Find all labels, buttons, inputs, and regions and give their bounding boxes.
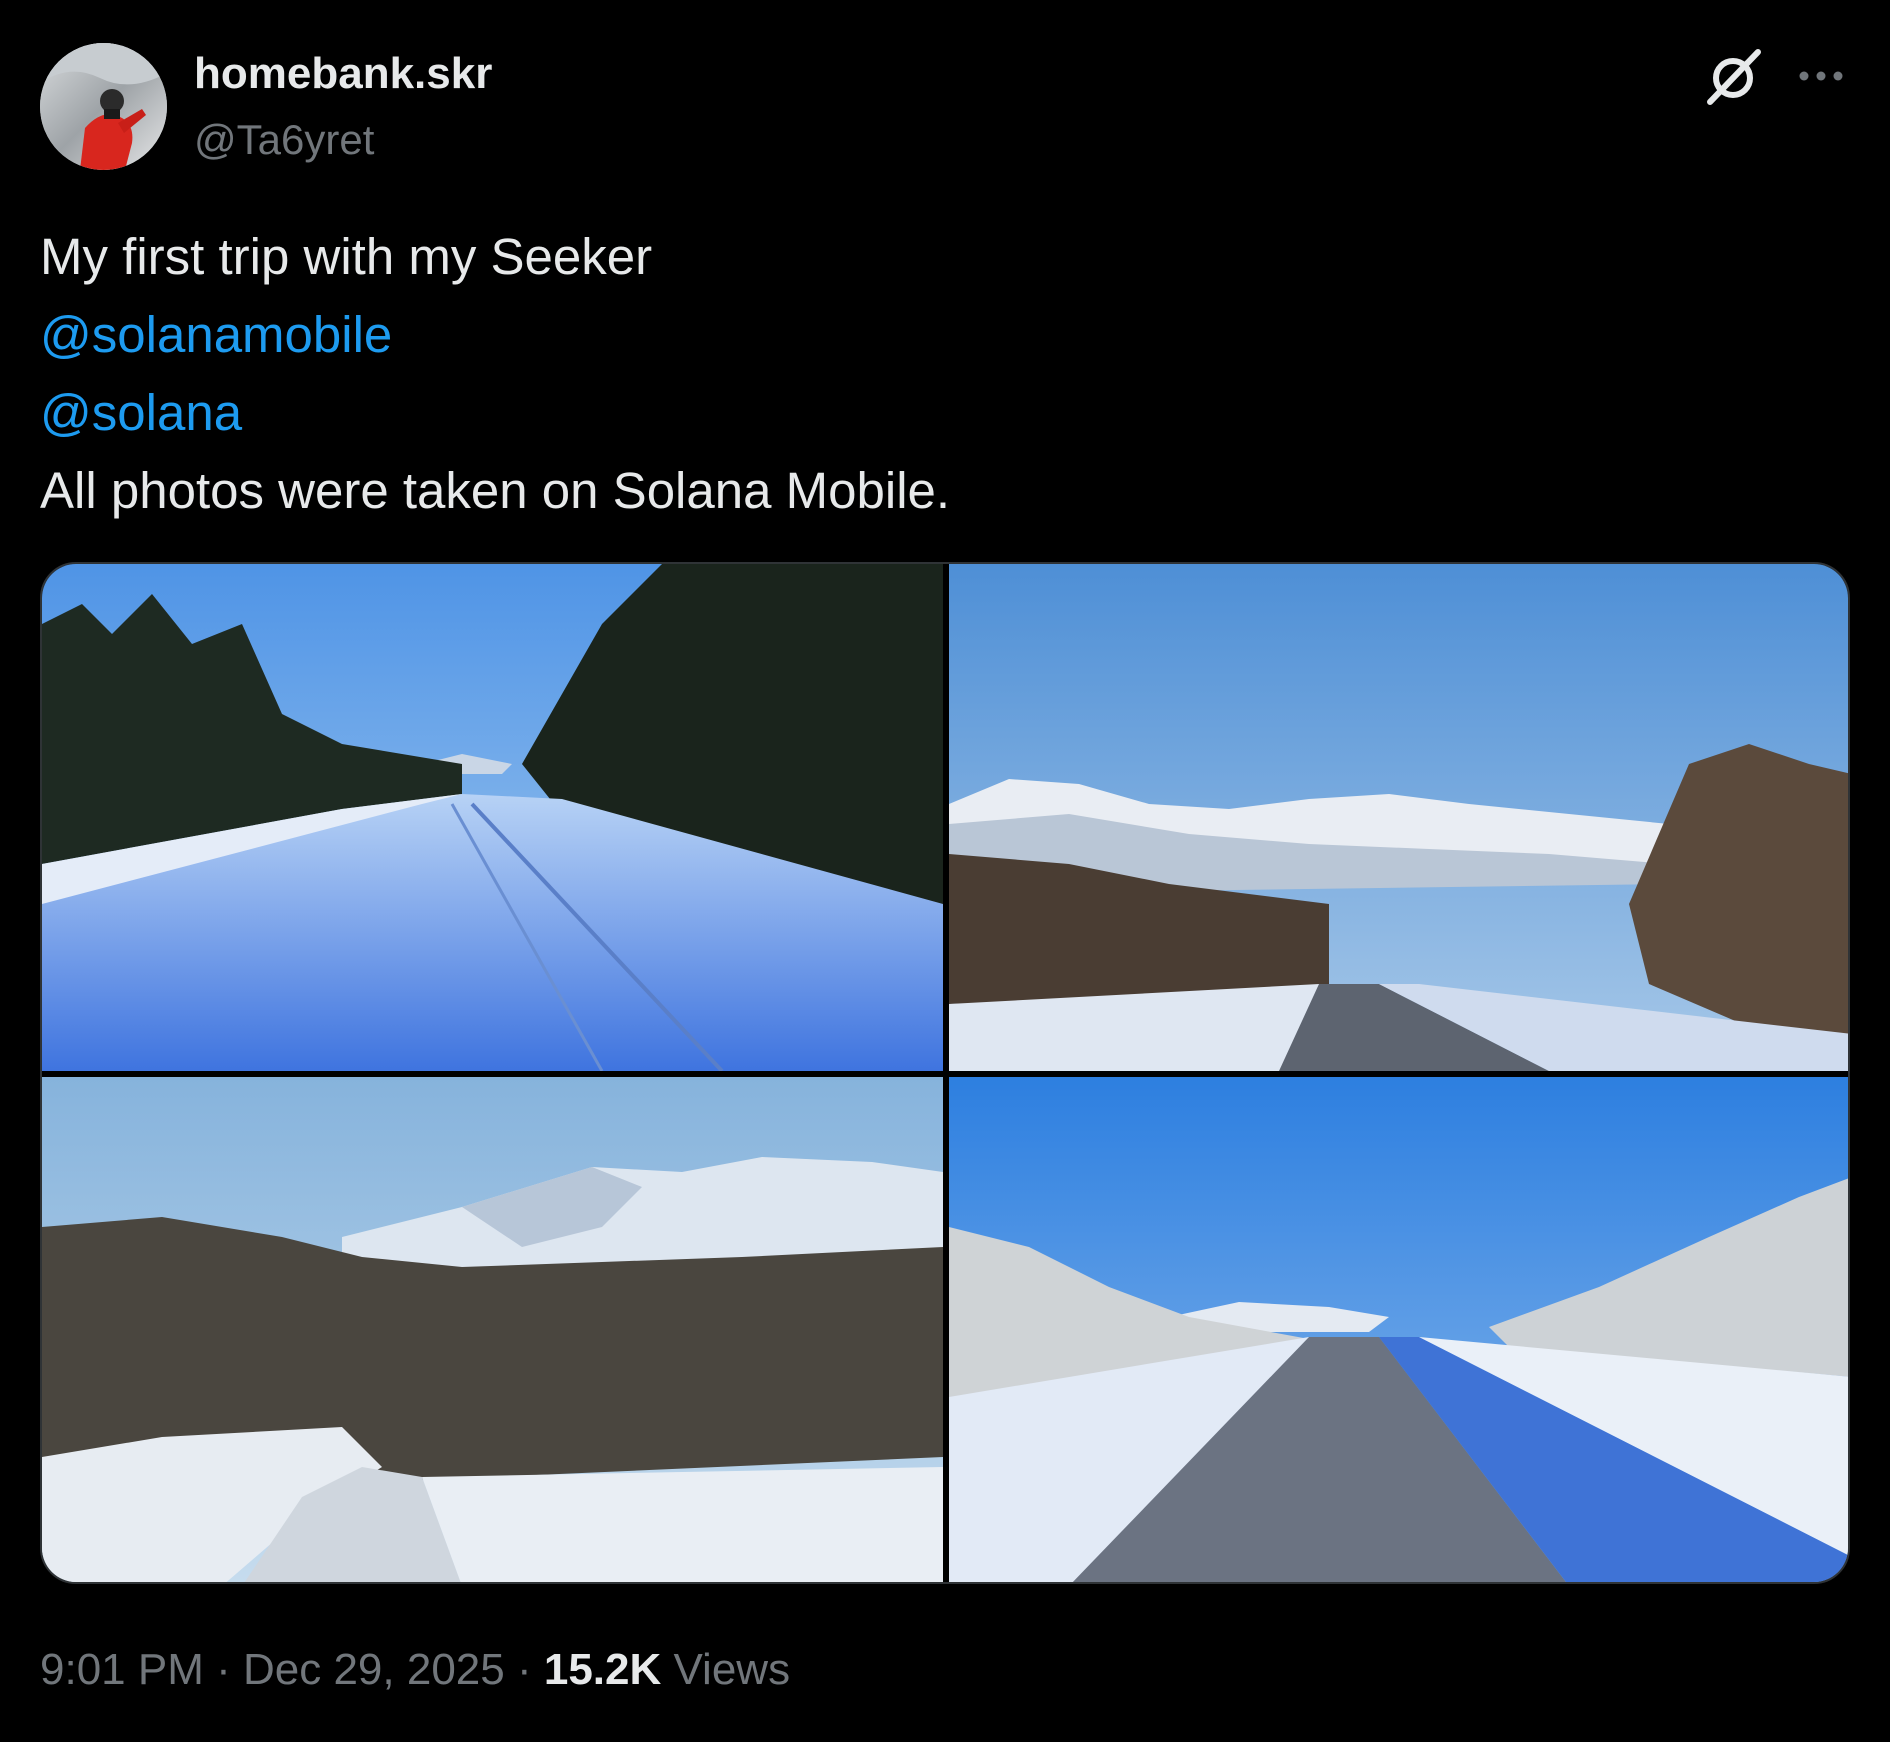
meta-separator: · <box>504 1645 544 1694</box>
more-dots-icon[interactable] <box>1796 58 1846 94</box>
photo-4[interactable] <box>949 1077 1848 1582</box>
tweet-time[interactable]: 9:01 PM <box>40 1645 204 1694</box>
tweet-text-line: All photos were taken on Solana Mobile. <box>40 462 951 519</box>
photo-1[interactable] <box>42 564 943 1071</box>
photo-3[interactable] <box>42 1077 943 1582</box>
photo-2[interactable] <box>949 564 1848 1071</box>
avatar[interactable] <box>40 43 167 170</box>
mention-solanamobile[interactable]: @solanamobile <box>40 296 1840 374</box>
tweet-date[interactable]: Dec 29, 2025 <box>243 1645 505 1694</box>
views-label: Views <box>661 1645 791 1694</box>
avatar-photo <box>40 43 167 170</box>
tweet-meta: 9:01 PM · Dec 29, 2025 · 15.2K Views <box>40 1640 790 1700</box>
meta-separator: · <box>203 1645 243 1694</box>
mention-solana[interactable]: @solana <box>40 374 1840 452</box>
tweet-text-line: My first trip with my Seeker <box>40 228 653 285</box>
media-grid <box>40 562 1850 1584</box>
tweet-text: My first trip with my Seeker @solanamobi… <box>40 218 1840 530</box>
views-count: 15.2K <box>543 1645 662 1694</box>
grok-icon[interactable] <box>1702 44 1766 108</box>
display-name[interactable]: homebank.skr <box>194 48 492 100</box>
handle[interactable]: @Ta6yret <box>194 114 374 166</box>
